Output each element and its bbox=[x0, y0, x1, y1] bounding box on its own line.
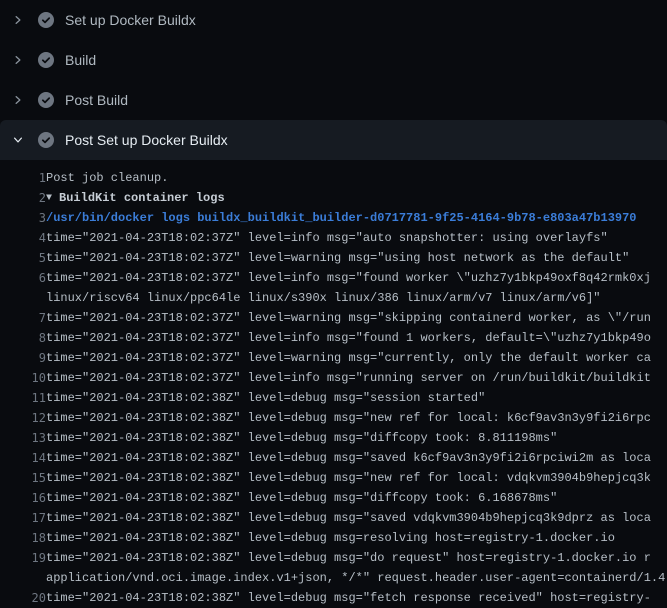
line-number[interactable]: 10 bbox=[0, 368, 46, 388]
log-line: 17time="2021-04-23T18:02:38Z" level=debu… bbox=[0, 508, 667, 528]
log-text: time="2021-04-23T18:02:37Z" level=info m… bbox=[46, 368, 651, 388]
line-number[interactable]: 4 bbox=[0, 228, 46, 248]
log-text: time="2021-04-23T18:02:38Z" level=debug … bbox=[46, 508, 651, 528]
chevron-down-icon bbox=[12, 134, 24, 146]
log-line: 2▼ BuildKit container logs bbox=[0, 188, 667, 208]
steps-list: Set up Docker Buildx Build Post Build Post … bbox=[0, 0, 667, 160]
log-line: 9time="2021-04-23T18:02:37Z" level=warni… bbox=[0, 348, 667, 368]
line-number[interactable]: 11 bbox=[0, 388, 46, 408]
line-number[interactable]: 9 bbox=[0, 348, 46, 368]
log-line: 11time="2021-04-23T18:02:38Z" level=debu… bbox=[0, 388, 667, 408]
log-line: 13time="2021-04-23T18:02:38Z" level=debu… bbox=[0, 428, 667, 448]
line-number[interactable]: 5 bbox=[0, 248, 46, 268]
step-row[interactable]: Set up Docker Buildx bbox=[0, 0, 667, 40]
line-number[interactable]: 3 bbox=[0, 208, 46, 228]
log-line-continuation: application/vnd.oci.image.index.v1+json,… bbox=[0, 568, 667, 588]
log-line: 6time="2021-04-23T18:02:37Z" level=info … bbox=[0, 268, 667, 288]
line-number[interactable]: 8 bbox=[0, 328, 46, 348]
chevron-right-icon bbox=[12, 14, 24, 26]
log-line: 20time="2021-04-23T18:02:38Z" level=debu… bbox=[0, 588, 667, 608]
log-group-header[interactable]: ▼ BuildKit container logs bbox=[46, 188, 225, 208]
line-number[interactable]: 17 bbox=[0, 508, 46, 528]
line-number[interactable]: 12 bbox=[0, 408, 46, 428]
step-label: Build bbox=[65, 52, 96, 68]
log-text: time="2021-04-23T18:02:37Z" level=warnin… bbox=[46, 308, 651, 328]
log-text: time="2021-04-23T18:02:38Z" level=debug … bbox=[46, 388, 485, 408]
log-line: 4time="2021-04-23T18:02:37Z" level=info … bbox=[0, 228, 667, 248]
line-number[interactable]: 13 bbox=[0, 428, 46, 448]
line-number[interactable]: 18 bbox=[0, 528, 46, 548]
log-text: Post job cleanup. bbox=[46, 168, 168, 188]
log-text: time="2021-04-23T18:02:37Z" level=info m… bbox=[46, 268, 651, 288]
log-text-wrapped: linux/riscv64 linux/ppc64le linux/s390x … bbox=[46, 288, 601, 308]
step-row[interactable]: Post Set up Docker Buildx bbox=[0, 120, 667, 160]
log-text: time="2021-04-23T18:02:37Z" level=info m… bbox=[46, 328, 651, 348]
line-number[interactable]: 14 bbox=[0, 448, 46, 468]
line-number[interactable]: 2 bbox=[0, 188, 46, 208]
log-line: 1Post job cleanup. bbox=[0, 168, 667, 188]
log-text: time="2021-04-23T18:02:38Z" level=debug … bbox=[46, 428, 557, 448]
check-circle-icon bbox=[38, 92, 54, 108]
log-line: 19time="2021-04-23T18:02:38Z" level=debu… bbox=[0, 548, 667, 568]
log-line: 10time="2021-04-23T18:02:37Z" level=info… bbox=[0, 368, 667, 388]
step-row[interactable]: Post Build bbox=[0, 80, 667, 120]
log-line: 16time="2021-04-23T18:02:38Z" level=debu… bbox=[0, 488, 667, 508]
chevron-right-icon bbox=[12, 94, 24, 106]
log-panel: 1Post job cleanup.2▼ BuildKit container l… bbox=[0, 160, 667, 608]
log-text: time="2021-04-23T18:02:38Z" level=debug … bbox=[46, 468, 651, 488]
collapse-triangle-icon: ▼ bbox=[46, 189, 52, 208]
log-line: 5time="2021-04-23T18:02:37Z" level=warni… bbox=[0, 248, 667, 268]
line-number-empty bbox=[0, 288, 46, 308]
log-line: 7time="2021-04-23T18:02:37Z" level=warni… bbox=[0, 308, 667, 328]
log-text-wrapped: application/vnd.oci.image.index.v1+json,… bbox=[46, 568, 665, 588]
chevron-right-icon bbox=[12, 54, 24, 66]
step-row[interactable]: Build bbox=[0, 40, 667, 80]
log-text: time="2021-04-23T18:02:38Z" level=debug … bbox=[46, 488, 557, 508]
check-circle-icon bbox=[38, 12, 54, 28]
log-text: time="2021-04-23T18:02:38Z" level=debug … bbox=[46, 548, 651, 568]
log-line: 12time="2021-04-23T18:02:38Z" level=debu… bbox=[0, 408, 667, 428]
line-number[interactable]: 20 bbox=[0, 588, 46, 608]
check-circle-icon bbox=[38, 132, 54, 148]
step-label: Set up Docker Buildx bbox=[65, 12, 196, 28]
line-number[interactable]: 15 bbox=[0, 468, 46, 488]
log-command-text: /usr/bin/docker logs buildx_buildkit_bui… bbox=[46, 208, 637, 228]
log-line: 3/usr/bin/docker logs buildx_buildkit_bu… bbox=[0, 208, 667, 228]
log-line: 14time="2021-04-23T18:02:38Z" level=debu… bbox=[0, 448, 667, 468]
log-group-label: BuildKit container logs bbox=[59, 191, 225, 205]
line-number[interactable]: 6 bbox=[0, 268, 46, 288]
line-number[interactable]: 19 bbox=[0, 548, 46, 568]
log-text: time="2021-04-23T18:02:38Z" level=debug … bbox=[46, 448, 651, 468]
log-line: 18time="2021-04-23T18:02:38Z" level=debu… bbox=[0, 528, 667, 548]
step-label: Post Build bbox=[65, 92, 128, 108]
step-label: Post Set up Docker Buildx bbox=[65, 132, 228, 148]
line-number[interactable]: 1 bbox=[0, 168, 46, 188]
check-circle-icon bbox=[38, 52, 54, 68]
log-text: time="2021-04-23T18:02:37Z" level=warnin… bbox=[46, 248, 629, 268]
log-text: time="2021-04-23T18:02:38Z" level=debug … bbox=[46, 588, 651, 608]
log-line-continuation: linux/riscv64 linux/ppc64le linux/s390x … bbox=[0, 288, 667, 308]
log-text: time="2021-04-23T18:02:37Z" level=info m… bbox=[46, 228, 608, 248]
log-text: time="2021-04-23T18:02:37Z" level=warnin… bbox=[46, 348, 651, 368]
line-number[interactable]: 16 bbox=[0, 488, 46, 508]
log-line: 8time="2021-04-23T18:02:37Z" level=info … bbox=[0, 328, 667, 348]
line-number-empty bbox=[0, 568, 46, 588]
log-text: time="2021-04-23T18:02:38Z" level=debug … bbox=[46, 528, 615, 548]
log-text: time="2021-04-23T18:02:38Z" level=debug … bbox=[46, 408, 651, 428]
log-line: 15time="2021-04-23T18:02:38Z" level=debu… bbox=[0, 468, 667, 488]
line-number[interactable]: 7 bbox=[0, 308, 46, 328]
